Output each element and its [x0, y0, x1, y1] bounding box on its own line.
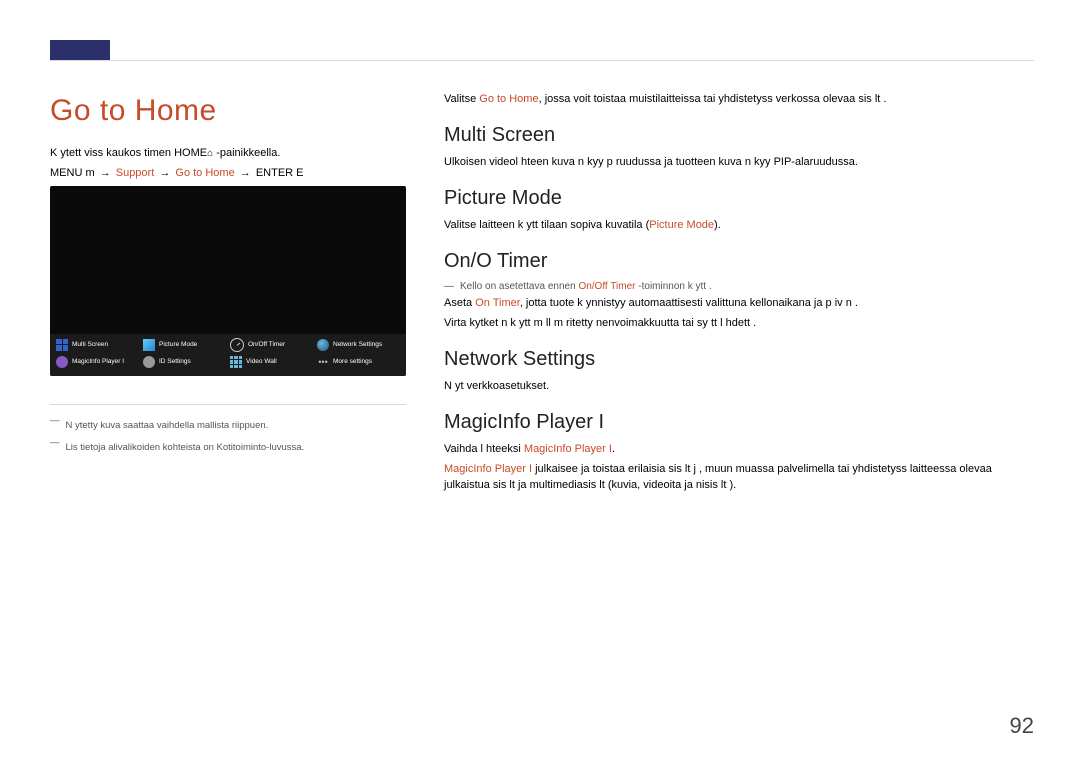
menu-arrow-3: → — [240, 167, 251, 179]
menu-arrow-1: → — [100, 167, 111, 179]
footnote-1-row: ― N ytetty kuva saattaa vaihdella mallis… — [50, 415, 406, 437]
globe-icon — [317, 339, 329, 351]
ss-item-video-wall[interactable]: Video Wall — [230, 356, 313, 368]
magicinfo-line1: Vaihda l hteeksi MagicInfo Player I. — [444, 442, 1034, 458]
onoff-line2-hi: On Timer — [475, 297, 520, 309]
intro-line: K ytett viss kaukos timen HOME⌂ -painikk… — [50, 146, 410, 162]
picturemode-pre: Valitse laitteen k ytt tilaan sopiva kuv… — [444, 219, 649, 231]
header-color-block — [50, 40, 110, 60]
page-number: 92 — [1010, 713, 1034, 739]
footnote-1-dash: ― — [50, 415, 60, 426]
footnotes: ― N ytetty kuva saattaa vaihdella mallis… — [50, 404, 406, 460]
footnote-2-row: ― Lis tietoja alivalikoiden kohteista on… — [50, 437, 406, 459]
gear-icon — [143, 356, 155, 368]
right-intro-pre: Valitse — [444, 93, 479, 105]
ss-item-multi-screen[interactable]: Multi Screen — [56, 338, 139, 352]
ss-label-1: Picture Mode — [159, 341, 197, 348]
right-intro-post: , jossa voit toistaa muistilaitteissa ta… — [539, 93, 887, 105]
onoff-note-hi: On/Off Timer — [578, 281, 635, 292]
two-column-layout: Go to Home K ytett viss kaukos timen HOM… — [50, 88, 1034, 497]
ss-label-7: More settings — [333, 358, 372, 365]
picturemode-hi: Picture Mode — [649, 219, 714, 231]
right-intro: Valitse Go to Home, jossa voit toistaa m… — [444, 92, 1034, 108]
multiscreen-heading: Multi Screen — [444, 124, 1034, 147]
more-icon: ••• — [317, 356, 329, 368]
onoff-line2-post: , jotta tuote k ynnistyy automaattisesti… — [520, 297, 858, 309]
ss-item-magicinfo[interactable]: MagicInfo Player I — [56, 356, 139, 368]
page-title: Go to Home — [50, 94, 410, 128]
intro-text-a: K ytett viss kaukos timen HOME — [50, 147, 207, 159]
intro-text-b: -painikkeella. — [213, 147, 280, 159]
footnote-2-dash: ― — [50, 437, 60, 448]
onoff-line3: Virta kytket n k ytt m ll m ritetty nenv… — [444, 316, 1034, 332]
magicinfo-l1-post: . — [612, 443, 615, 455]
magicinfo-icon — [56, 356, 68, 368]
menu-gotohome: Go to Home — [175, 167, 234, 179]
magicinfo-l1-pre: Vaihda l hteeksi — [444, 443, 524, 455]
menu-path: MENU m → Support → Go to Home → ENTER E — [50, 166, 410, 182]
page: Go to Home K ytett viss kaukos timen HOM… — [0, 0, 1080, 763]
menu-arrow-2: → — [159, 167, 170, 179]
clock-icon — [230, 338, 244, 352]
onoff-note-post: -toiminnon k ytt . — [636, 281, 712, 292]
ss-item-network-settings[interactable]: Network Settings — [317, 338, 400, 352]
multiscreen-text: Ulkoisen videol hteen kuva n kyy p ruudu… — [444, 155, 1034, 171]
ss-item-onoff-timer[interactable]: On/Off Timer — [230, 338, 313, 352]
menu-enter: ENTER E — [256, 167, 304, 179]
ss-label-4: MagicInfo Player I — [72, 358, 124, 365]
magicinfo-l2-hi: MagicInfo Player I — [444, 463, 532, 475]
footnote-1: N ytetty kuva saattaa vaihdella mallista… — [66, 419, 269, 433]
ss-label-0: Multi Screen — [72, 341, 108, 348]
ss-label-6: Video Wall — [246, 358, 277, 365]
picturemode-text: Valitse laitteen k ytt tilaan sopiva kuv… — [444, 218, 1034, 234]
right-column: Valitse Go to Home, jossa voit toistaa m… — [444, 88, 1034, 497]
magicinfo-l1-hi: MagicInfo Player I — [524, 443, 612, 455]
video-wall-icon — [230, 356, 242, 368]
onoff-note-pre: Kello on asetettava ennen — [460, 281, 578, 292]
footnote-2: Lis tietoja alivalikoiden kohteista on K… — [66, 441, 305, 455]
onoff-line2-pre: Aseta — [444, 297, 475, 309]
note-arrow-icon: ― — [444, 281, 454, 292]
network-heading: Network Settings — [444, 348, 1034, 371]
menu-label: MENU m — [50, 167, 95, 179]
header-rule — [50, 60, 1034, 61]
menu-support: Support — [116, 167, 155, 179]
onoff-note-row: ― Kello on asetettava ennen On/Off Timer… — [444, 281, 1034, 292]
picturemode-post: ). — [714, 219, 721, 231]
tv-screenshot: Multi Screen Picture Mode On/Off Timer — [50, 186, 406, 376]
ss-item-picture-mode[interactable]: Picture Mode — [143, 338, 226, 352]
left-column: Go to Home K ytett viss kaukos timen HOM… — [50, 88, 410, 497]
right-intro-hi: Go to Home — [479, 93, 538, 105]
ss-label-5: ID Settings — [159, 358, 191, 365]
magicinfo-heading: MagicInfo Player I — [444, 411, 1034, 434]
picture-mode-icon — [143, 339, 155, 351]
multi-screen-icon — [56, 339, 68, 351]
magicinfo-line2: MagicInfo Player I julkaisee ja toistaa … — [444, 462, 1034, 494]
ss-item-more-settings[interactable]: ••• More settings — [317, 356, 400, 368]
picturemode-heading: Picture Mode — [444, 187, 1034, 210]
ss-label-3: Network Settings — [333, 341, 382, 348]
network-text: N yt verkkoasetukset. — [444, 379, 1034, 395]
screenshot-grid: Multi Screen Picture Mode On/Off Timer — [56, 338, 400, 368]
screenshot-menu-bar: Multi Screen Picture Mode On/Off Timer — [50, 334, 406, 376]
onoff-line2: Aseta On Timer, jotta tuote k ynnistyy a… — [444, 296, 1034, 312]
onoff-note: Kello on asetettava ennen On/Off Timer -… — [460, 281, 712, 292]
onoff-heading: On/O Timer — [444, 250, 1034, 273]
ss-label-2: On/Off Timer — [248, 341, 285, 348]
ss-item-id-settings[interactable]: ID Settings — [143, 356, 226, 368]
